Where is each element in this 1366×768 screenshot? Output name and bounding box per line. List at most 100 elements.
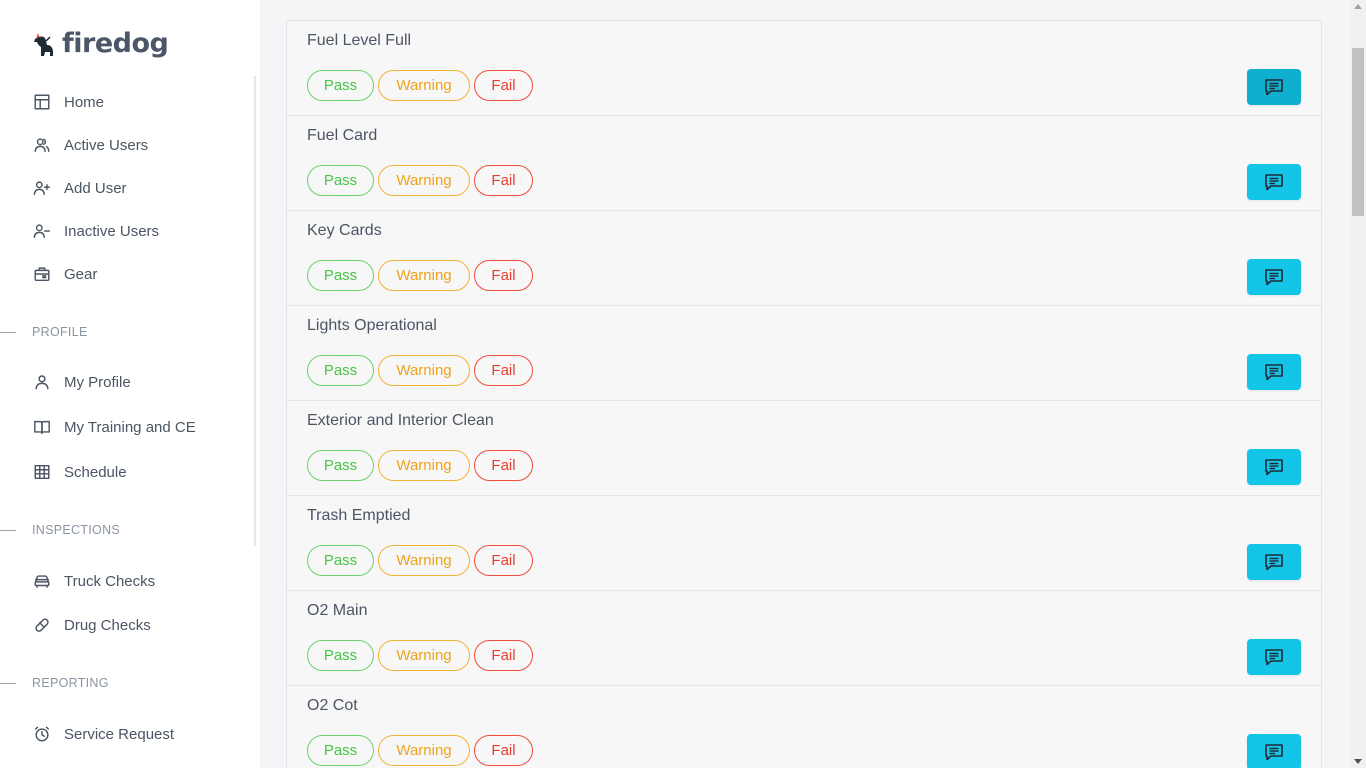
sidebar-scrollbar[interactable]: [254, 76, 256, 546]
main-content: Fuel Level Full Pass Warning Fail Fuel C…: [260, 0, 1350, 768]
scroll-down-arrow-icon[interactable]: [1354, 759, 1362, 764]
pass-button[interactable]: Pass: [307, 355, 374, 386]
comment-icon: [1265, 174, 1283, 191]
pass-button[interactable]: Pass: [307, 260, 374, 291]
user-minus-icon: [32, 221, 52, 241]
app-logo[interactable]: firedog: [32, 28, 169, 59]
sidebar-item-label: Home: [64, 93, 105, 111]
sidebar-item-schedule[interactable]: Schedule: [32, 460, 127, 484]
pass-button[interactable]: Pass: [307, 165, 374, 196]
toolbox-icon: [32, 264, 52, 284]
pass-button[interactable]: Pass: [307, 735, 374, 766]
comment-button[interactable]: [1247, 639, 1301, 675]
user-icon: [32, 372, 52, 392]
alarm-clock-icon: [32, 724, 52, 744]
fail-button[interactable]: Fail: [474, 640, 533, 671]
fail-button[interactable]: Fail: [474, 545, 533, 576]
page-scrollbar[interactable]: [1350, 0, 1366, 768]
section-divider: [0, 530, 16, 531]
sidebar-item-service-request[interactable]: Service Request: [32, 722, 174, 746]
warning-button[interactable]: Warning: [378, 450, 470, 481]
check-row-o2-cot: O2 Cot Pass Warning Fail: [287, 686, 1321, 768]
truck-check-list: Fuel Level Full Pass Warning Fail Fuel C…: [286, 20, 1322, 768]
sidebar-item-my-training[interactable]: My Training and CE: [32, 415, 196, 439]
scroll-up-arrow-icon[interactable]: [1354, 4, 1362, 9]
grid-icon: [32, 462, 52, 482]
check-title: Lights Operational: [307, 317, 437, 334]
check-title: O2 Cot: [307, 697, 358, 714]
user-plus-icon: [32, 178, 52, 198]
warning-button[interactable]: Warning: [378, 70, 470, 101]
sidebar-item-label: Service Request: [64, 725, 175, 743]
sidebar-item-home[interactable]: Home: [32, 90, 104, 114]
scrollbar-thumb[interactable]: [1352, 48, 1364, 216]
comment-icon: [1265, 649, 1283, 666]
comment-icon: [1265, 744, 1283, 761]
comment-icon: [1265, 459, 1283, 476]
fail-button[interactable]: Fail: [474, 70, 533, 101]
check-row-key-cards: Key Cards Pass Warning Fail: [287, 211, 1321, 306]
check-title: Exterior and Interior Clean: [307, 412, 494, 429]
check-title: O2 Main: [307, 602, 368, 619]
comment-button[interactable]: [1247, 354, 1301, 390]
warning-button[interactable]: Warning: [378, 640, 470, 671]
fail-button[interactable]: Fail: [474, 355, 533, 386]
fail-button[interactable]: Fail: [474, 260, 533, 291]
sidebar-item-my-profile[interactable]: My Profile: [32, 370, 131, 394]
comment-button[interactable]: [1247, 734, 1301, 768]
book-icon: [32, 417, 52, 437]
sidebar-item-add-user[interactable]: Add User: [32, 176, 127, 200]
warning-button[interactable]: Warning: [378, 545, 470, 576]
sidebar-item-active-users[interactable]: Active Users: [32, 133, 148, 157]
check-title: Key Cards: [307, 222, 382, 239]
sidebar: firedog Home Active Users Add User Inact…: [0, 0, 260, 768]
sidebar-item-label: Gear: [64, 265, 98, 283]
sidebar-item-label: Add User: [64, 179, 127, 197]
comment-button[interactable]: [1247, 164, 1301, 200]
warning-button[interactable]: Warning: [378, 260, 470, 291]
pass-button[interactable]: Pass: [307, 545, 374, 576]
sidebar-item-inactive-users[interactable]: Inactive Users: [32, 219, 159, 243]
sidebar-item-truck-checks[interactable]: Truck Checks: [32, 569, 155, 593]
comment-button[interactable]: [1247, 69, 1301, 105]
dog-logo-icon: [34, 32, 53, 56]
fail-button[interactable]: Fail: [474, 450, 533, 481]
layout-icon: [32, 92, 52, 112]
comment-button[interactable]: [1247, 544, 1301, 580]
comment-icon: [1265, 269, 1283, 286]
sidebar-item-label: Drug Checks: [64, 616, 151, 634]
sidebar-item-label: Schedule: [64, 463, 127, 481]
check-row-trash-emptied: Trash Emptied Pass Warning Fail: [287, 496, 1321, 591]
users-icon: [32, 135, 52, 155]
check-title: Trash Emptied: [307, 507, 411, 524]
sidebar-item-gear[interactable]: Gear: [32, 262, 97, 286]
sidebar-item-label: My Profile: [64, 373, 131, 391]
pass-button[interactable]: Pass: [307, 450, 374, 481]
warning-button[interactable]: Warning: [378, 735, 470, 766]
pass-button[interactable]: Pass: [307, 70, 374, 101]
section-title-inspections: INSPECTIONS: [32, 523, 121, 537]
section-title-profile: PROFILE: [32, 325, 88, 339]
comment-button[interactable]: [1247, 259, 1301, 295]
sidebar-item-label: Truck Checks: [64, 572, 156, 590]
warning-button[interactable]: Warning: [378, 355, 470, 386]
car-icon: [32, 571, 52, 591]
fail-button[interactable]: Fail: [474, 735, 533, 766]
logo-text: firedog: [62, 28, 169, 59]
sidebar-item-drug-checks[interactable]: Drug Checks: [32, 613, 151, 637]
warning-button[interactable]: Warning: [378, 165, 470, 196]
pass-button[interactable]: Pass: [307, 640, 374, 671]
check-row-exterior-interior-clean: Exterior and Interior Clean Pass Warning…: [287, 401, 1321, 496]
check-row-fuel-level-full: Fuel Level Full Pass Warning Fail: [287, 21, 1321, 116]
fail-button[interactable]: Fail: [474, 165, 533, 196]
sidebar-item-label: My Training and CE: [64, 418, 196, 436]
comment-button[interactable]: [1247, 449, 1301, 485]
comment-icon: [1265, 79, 1283, 96]
sidebar-item-label: Active Users: [64, 136, 149, 154]
check-row-o2-main: O2 Main Pass Warning Fail: [287, 591, 1321, 686]
check-title: Fuel Card: [307, 127, 378, 144]
section-divider: [0, 332, 16, 333]
sidebar-item-label: Inactive Users: [64, 222, 160, 240]
check-row-fuel-card: Fuel Card Pass Warning Fail: [287, 116, 1321, 211]
comment-icon: [1265, 554, 1283, 571]
